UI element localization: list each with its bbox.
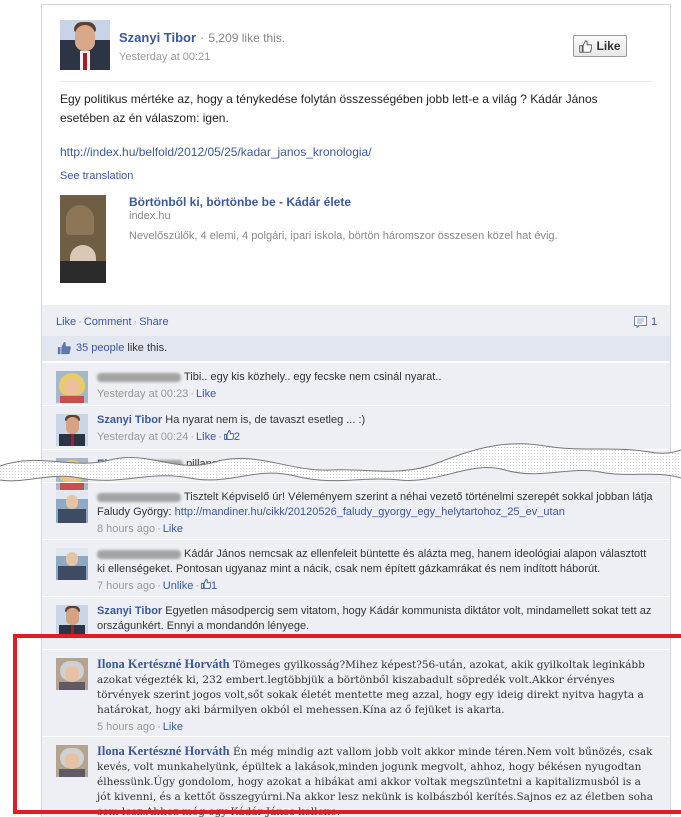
thumbs-up-icon	[57, 341, 71, 355]
redacted-name	[97, 549, 181, 559]
comment-like-link[interactable]: Like	[196, 431, 216, 443]
post-author[interactable]: Szanyi Tibor	[119, 30, 196, 45]
post-author-line: Szanyi Tibor · 5,209 like this.	[119, 30, 286, 45]
comment-author[interactable]: Ilona Kertészné Horváth	[97, 744, 230, 758]
share-link[interactable]: Share	[139, 316, 168, 328]
comment-like-link[interactable]: Like	[163, 721, 183, 733]
share-title[interactable]: Börtönből ki, börtönbe be - Kádár élete	[129, 195, 351, 209]
commenter-avatar[interactable]	[56, 605, 88, 637]
redacted-name	[97, 372, 181, 382]
comment-author[interactable]: Ilona Kertészné Horváth	[97, 657, 230, 671]
post-timestamp[interactable]: Yesterday at 00:21	[119, 51, 210, 63]
comment-text: Tibi.. egy kis közhely.. egy fecske nem …	[184, 371, 442, 383]
comment-author[interactable]: Eh	[97, 458, 111, 470]
comment-like-link[interactable]: Like	[196, 388, 216, 400]
likes-suffix: like this.	[127, 342, 168, 354]
page-like-button[interactable]: Like	[573, 35, 627, 57]
likes-summary: 35 people like this.	[42, 336, 670, 362]
comment-likes-count[interactable]: 2	[224, 430, 240, 443]
comment: Tibi.. egy kis közhely.. egy fecske nem …	[42, 362, 670, 406]
comment: Kádár János nemcsak az ellenfeleit bünte…	[42, 539, 670, 597]
commenter-avatar[interactable]	[56, 414, 88, 446]
share-description: Nevelőszülők, 4 elemi, 4 polgári, ipari …	[129, 230, 558, 242]
like-link[interactable]: Like	[56, 316, 76, 328]
comment-unlike-link[interactable]: Unlike	[163, 580, 194, 592]
commenter-avatar[interactable]	[56, 548, 88, 580]
comment-text: Ha nyarat nem is, de tavaszt esetleg ...…	[165, 414, 366, 426]
comment: Tisztelt Képviselő úr! Véleményem szerin…	[42, 482, 670, 540]
comment: Szanyi Tibor Egyetlen másodpercig sem vi…	[42, 596, 670, 650]
thumbs-up-icon	[579, 39, 593, 53]
comment-like-link[interactable]: Like	[163, 523, 183, 535]
comment-link[interactable]: Comment	[84, 316, 132, 328]
comment-likes-count[interactable]: 1	[201, 579, 217, 592]
comment-text: Egyetlen másodpercig sem vitatom, hogy K…	[97, 605, 652, 632]
comment: Eh pillanata? :o)	[42, 449, 670, 490]
post-link[interactable]: http://index.hu/belfold/2012/05/25/kadar…	[60, 145, 372, 159]
comment-time[interactable]: 5 hours ago	[97, 721, 155, 733]
comment-time[interactable]: 8 hours ago	[97, 523, 155, 535]
redacted-name	[113, 459, 184, 469]
post-actions: Like · Comment · Share	[56, 316, 169, 328]
comment: Ilona Kertészné Horváth Én még mindig az…	[42, 736, 670, 817]
comment-time[interactable]: Yesterday at 00:24	[97, 431, 188, 443]
divider	[60, 81, 652, 82]
comment: Ilona Kertészné Horváth Tömeges gyilkoss…	[42, 649, 670, 737]
post-text: Egy politikus mértéke az, hogy a tényked…	[60, 92, 598, 125]
commenter-avatar[interactable]	[56, 371, 88, 403]
thumbs-up-icon	[224, 430, 235, 440]
comment-author[interactable]: Szanyi Tibor	[97, 605, 162, 617]
comment-time[interactable]: Yesterday at 00:23	[97, 388, 188, 400]
comment-link-url[interactable]: http://mandiner.hu/cikk/20120526_faludy_…	[175, 506, 565, 518]
comment-author[interactable]: Szanyi Tibor	[97, 414, 162, 426]
comment-count-value: 1	[651, 316, 658, 328]
commenter-avatar[interactable]	[56, 658, 88, 690]
comment-icon	[634, 316, 647, 328]
share-domain: index.hu	[129, 210, 171, 222]
commenter-avatar[interactable]	[56, 745, 88, 777]
likers-link[interactable]: 35 people	[76, 342, 124, 354]
comment-text: pillanata? :o)	[186, 458, 250, 470]
thumbs-up-icon	[201, 579, 212, 589]
redacted-name	[97, 492, 181, 502]
comment-count[interactable]: 1	[634, 316, 657, 328]
page-likes-count: 5,209 like this.	[208, 31, 286, 45]
share-thumbnail[interactable]	[60, 195, 106, 283]
post-card: Szanyi Tibor · 5,209 like this. Yesterday …	[41, 4, 671, 817]
see-translation-link[interactable]: See translation	[60, 170, 133, 182]
comment-time[interactable]: 7 hours ago	[97, 580, 155, 592]
commenter-avatar[interactable]	[56, 491, 88, 523]
author-avatar[interactable]	[60, 20, 110, 70]
page-like-label: Like	[596, 39, 621, 53]
comment: Szanyi Tibor Ha nyarat nem is, de tavasz…	[42, 405, 670, 450]
